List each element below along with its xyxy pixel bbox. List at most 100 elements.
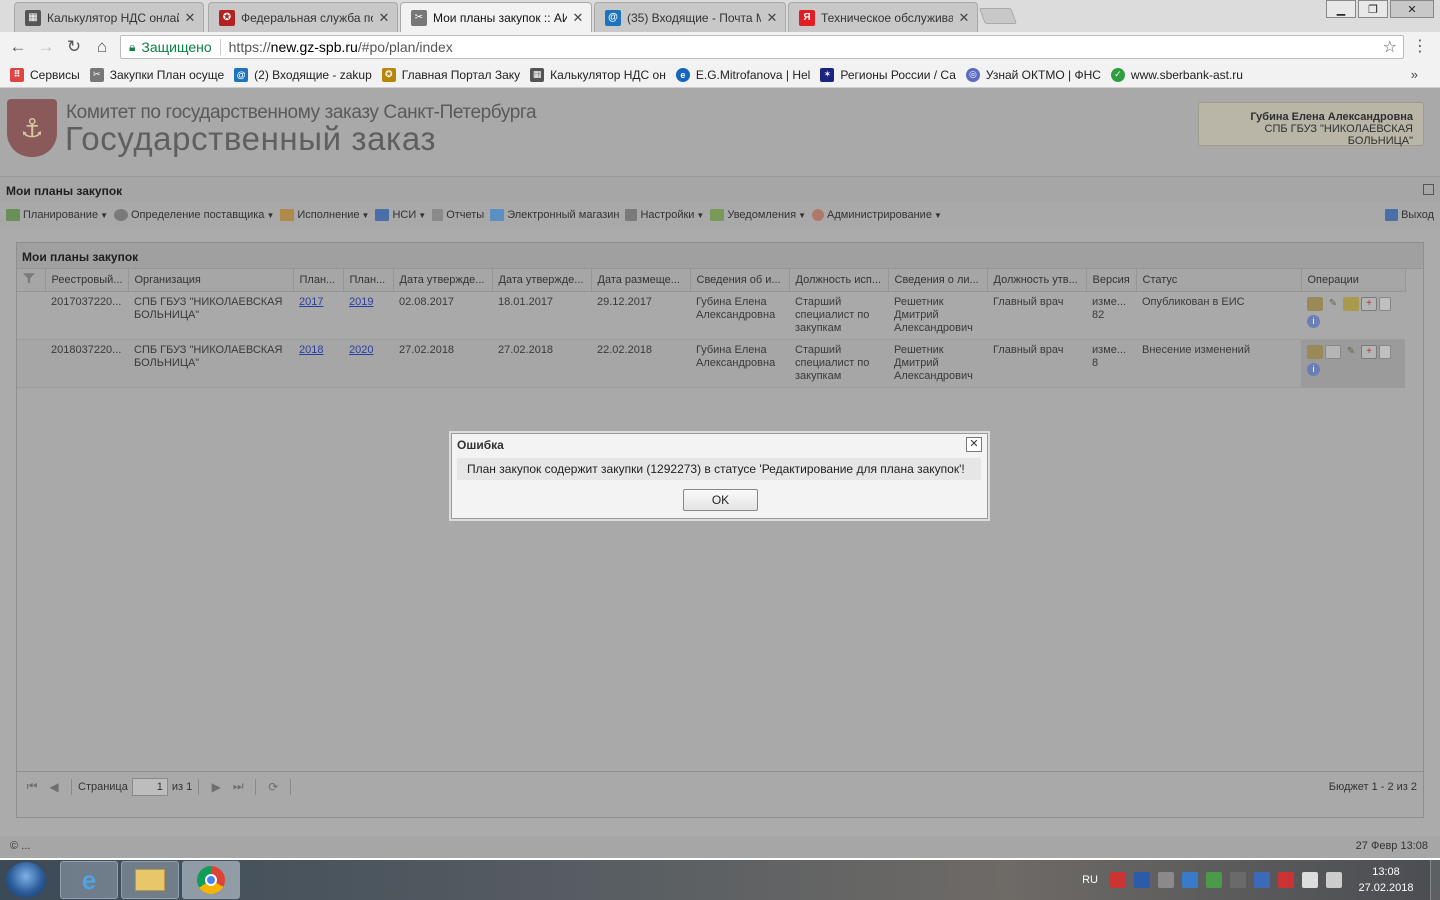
document-stamp-icon[interactable] [1343,296,1359,311]
bookmark-item[interactable]: e E.G.Mitrofanova | Hel [675,67,810,82]
tray-app-icon[interactable] [1182,872,1198,888]
forward-arrow-icon[interactable]: → [32,33,60,61]
column-header-filter[interactable] [17,269,46,292]
internet-explorer-icon[interactable]: e [60,861,118,899]
browser-menu-icon[interactable]: ⋮ [1412,36,1428,56]
browser-tab[interactable]: Я Техническое обслуживан ✕ [788,2,978,32]
bookmark-item[interactable]: ▦ Калькулятор НДС он [530,67,666,82]
network-icon[interactable] [1302,872,1318,888]
edit-pencil-icon[interactable]: ✎ [1343,345,1359,359]
tray-app-icon[interactable] [1254,872,1270,888]
filter-icon[interactable] [23,273,35,284]
emblem-icon[interactable] [1307,344,1323,359]
browser-tab[interactable]: ▦ Калькулятор НДС онлай ✕ [14,2,204,32]
page-number-input[interactable]: 1 [131,777,168,796]
tray-app-icon[interactable] [1134,872,1150,888]
browser-tab[interactable]: @ (35) Входящие - Почта М ✕ [594,2,786,32]
show-desktop-button[interactable] [1430,860,1440,900]
column-header[interactable]: Дата утвержде... [492,269,592,292]
table-row[interactable]: 2018037220... СПБ ГБУЗ "НИКОЛАЕВСКАЯ БОЛ… [17,339,1405,388]
column-header[interactable]: План... [293,269,344,292]
language-indicator[interactable]: RU [1082,874,1098,886]
home-icon[interactable]: ⌂ [88,33,116,61]
taskbar-clock[interactable]: 13:08 27.02.2018 [1350,864,1422,896]
edit-pencil-icon[interactable]: ✎ [1325,297,1341,311]
first-page-icon[interactable]: ⏮ [21,779,43,794]
flag-icon[interactable] [1110,872,1126,888]
prev-page-icon[interactable]: ◀ [43,780,65,794]
plan-year-link[interactable]: 2020 [349,344,373,356]
column-header[interactable]: Сведения об и... [690,269,790,292]
last-page-icon[interactable]: ⏭ [227,779,249,794]
menu-planning[interactable]: Планирование ▼ [6,209,108,221]
back-arrow-icon[interactable]: ← [4,33,32,61]
tray-app-icon[interactable] [1278,872,1294,888]
menu-admin[interactable]: Администрирование ▼ [812,209,942,221]
emblem-icon[interactable] [1307,296,1323,311]
plan-year-link[interactable]: 2017 [299,296,323,308]
column-header[interactable]: Дата утвержде... [393,269,493,292]
add-table-icon[interactable]: + [1361,344,1377,359]
add-table-icon[interactable]: + [1361,296,1377,311]
menu-supplier[interactable]: Определение поставщика ▼ [114,209,274,221]
tray-app-icon[interactable] [1230,872,1246,888]
document-icon[interactable] [1379,344,1391,359]
ok-button[interactable]: OK [683,489,758,511]
close-icon[interactable]: ✕ [183,10,197,26]
close-icon[interactable]: ✕ [571,10,585,26]
bookmark-item[interactable]: ✶ Регионы России / Са [820,67,956,82]
volume-muted-icon[interactable] [1326,872,1342,888]
minimize-icon[interactable]: ▁ [1326,0,1356,18]
document-icon[interactable] [1379,296,1391,311]
tray-app-icon[interactable] [1158,872,1174,888]
column-header[interactable]: Дата размеще... [591,269,691,292]
bookmarks-overflow-icon[interactable]: » [1411,67,1418,82]
address-bar[interactable]: 🔒︎ Защищено https://new.gz-spb.ru/#po/pl… [120,35,1404,59]
column-header[interactable]: Должность исп... [789,269,889,292]
close-icon[interactable]: ✕ [765,10,779,26]
exit-button[interactable]: Выход [1385,209,1434,221]
menu-notifications[interactable]: Уведомления ▼ [710,209,806,221]
next-page-icon[interactable]: ▶ [205,780,227,794]
bookmark-item[interactable]: ⠿ Сервисы [10,67,80,82]
chrome-icon[interactable] [182,861,240,899]
approve-document-icon[interactable] [1325,344,1341,359]
info-icon[interactable]: i [1307,314,1320,328]
maximize-icon[interactable]: ❐ [1358,0,1388,18]
menu-settings[interactable]: Настройки ▼ [625,209,704,221]
bookmark-item[interactable]: ✂ Закупки План осуще [89,67,224,82]
new-tab-button[interactable] [979,8,1017,24]
close-icon[interactable]: ✕ [966,437,982,452]
close-window-icon[interactable]: ✕ [1390,0,1434,18]
bookmark-item[interactable]: @ (2) Входящие - zakup [234,67,372,82]
bookmark-item[interactable]: ✓ www.sberbank-ast.ru [1110,67,1243,82]
bookmark-item[interactable]: ✪ Главная Портал Заку [381,67,520,82]
close-icon[interactable]: ✕ [957,10,971,26]
table-row[interactable]: 2017037220... СПБ ГБУЗ "НИКОЛАЕВСКАЯ БОЛ… [17,291,1405,340]
column-header[interactable]: Сведения о ли... [888,269,988,292]
plan-year-link[interactable]: 2019 [349,296,373,308]
menu-eshop[interactable]: Электронный магазин [490,209,619,221]
menu-execution[interactable]: Исполнение ▼ [280,209,369,221]
reload-icon[interactable]: ↻ [60,33,88,61]
file-explorer-icon[interactable] [121,861,179,899]
column-header[interactable]: Операции [1301,269,1406,292]
info-icon[interactable]: i [1307,362,1320,376]
column-header[interactable]: План... [343,269,394,292]
browser-tab[interactable]: ✪ Федеральная служба по ✕ [208,2,398,32]
collapse-icon[interactable] [1423,184,1434,195]
plan-year-link[interactable]: 2018 [299,344,323,356]
column-header[interactable]: Реестровый... [45,269,129,292]
close-icon[interactable]: ✕ [377,10,391,26]
bookmark-item[interactable]: ◎ Узнай ОКТМО | ФНС [965,67,1101,82]
column-header[interactable]: Статус [1136,269,1302,292]
tray-app-icon[interactable] [1206,872,1222,888]
menu-reports[interactable]: Отчеты [432,209,484,221]
bookmark-star-icon[interactable]: ☆ [1383,37,1397,57]
refresh-icon[interactable]: ⟳ [262,780,284,794]
menu-nsi[interactable]: НСИ ▼ [375,209,426,221]
windows-start-icon[interactable] [6,862,46,898]
browser-tab-active[interactable]: ✂ Мои планы закупок :: АИ ✕ [400,2,592,32]
column-header[interactable]: Версия [1086,269,1137,292]
column-header[interactable]: Организация [128,269,294,292]
